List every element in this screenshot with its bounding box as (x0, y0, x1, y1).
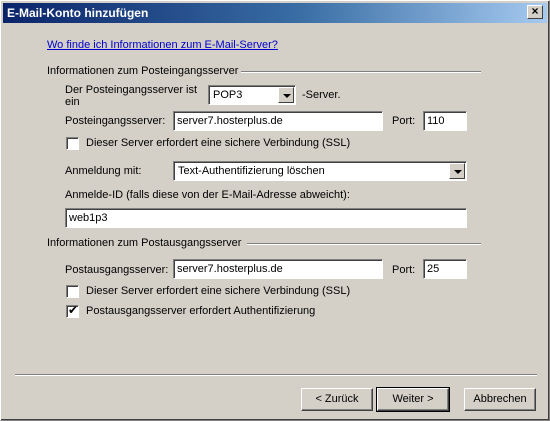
dialog-content: Wo finde ich Informationen zum E-Mail-Se… (3, 23, 547, 397)
dialog-window: E-Mail-Konto hinzufügen × Wo finde ich I… (0, 0, 550, 421)
outgoing-ssl-label: Dieser Server erfordert eine sichere Ver… (86, 285, 351, 297)
login-method-value: Text-Authentifizierung löschen (178, 165, 325, 177)
checkmark-icon: ✔ (68, 303, 79, 317)
server-type-value: POP3 (213, 89, 243, 101)
incoming-port-input[interactable]: 110 (423, 111, 467, 131)
close-icon: × (531, 4, 539, 18)
footer-divider (15, 374, 537, 376)
login-id-label: Anmelde-ID (falls diese von der E-Mail-A… (65, 189, 350, 201)
outgoing-group-divider (247, 243, 481, 245)
window-title: E-Mail-Konto hinzufügen (7, 6, 149, 20)
incoming-server-input[interactable]: server7.hosterplus.de (173, 111, 383, 131)
incoming-group-divider (241, 71, 481, 73)
outgoing-server-label: Postausgangsserver: (65, 264, 169, 276)
outgoing-port-label: Port: (392, 264, 416, 276)
incoming-group-label: Informationen zum Posteingangsserver (47, 65, 239, 77)
outgoing-server-input[interactable]: server7.hosterplus.de (173, 259, 383, 279)
outgoing-ssl-checkbox[interactable] (66, 285, 79, 298)
server-type-select[interactable]: POP3 (208, 85, 296, 105)
help-link[interactable]: Wo finde ich Informationen zum E-Mail-Se… (47, 39, 278, 51)
login-method-label: Anmeldung mit: (65, 165, 142, 177)
outgoing-group-label: Informationen zum Postausgangsserver (47, 237, 242, 249)
cancel-button[interactable]: Abbrechen (464, 388, 536, 411)
server-type-label: Der Posteingangsserver ist ein (65, 84, 198, 108)
incoming-ssl-label: Dieser Server erfordert eine sichere Ver… (86, 137, 351, 149)
title-bar[interactable]: E-Mail-Konto hinzufügen × (3, 3, 547, 23)
outgoing-auth-label: Postausgangsserver erfordert Authentifiz… (86, 305, 316, 317)
next-button[interactable]: Weiter > (376, 387, 450, 412)
incoming-port-label: Port: (392, 115, 416, 127)
outgoing-auth-checkbox[interactable]: ✔ (66, 303, 79, 318)
chevron-down-icon[interactable] (449, 163, 465, 179)
chevron-down-icon[interactable] (278, 87, 294, 103)
close-button[interactable]: × (527, 4, 543, 19)
incoming-ssl-checkbox[interactable] (66, 137, 79, 150)
login-method-select[interactable]: Text-Authentifizierung löschen (173, 161, 467, 181)
login-id-input[interactable]: web1p3 (65, 208, 467, 228)
incoming-server-label: Posteingangsserver: (65, 115, 166, 127)
server-type-suffix: -Server. (302, 89, 341, 101)
back-button[interactable]: < Zurück (301, 388, 373, 411)
outgoing-port-input[interactable]: 25 (423, 259, 467, 279)
